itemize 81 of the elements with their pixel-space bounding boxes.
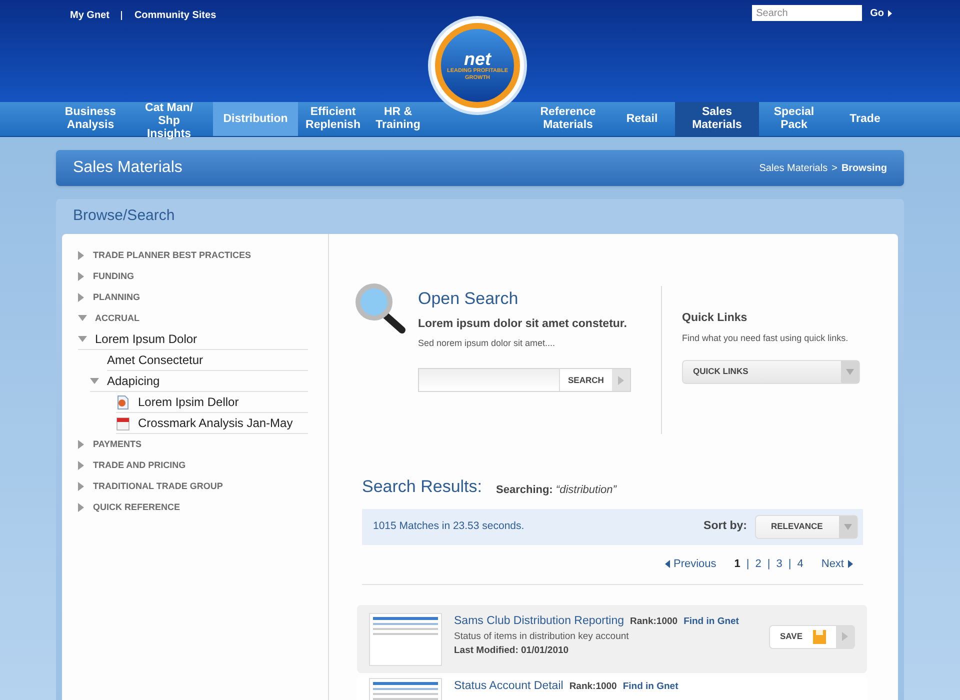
tree-section[interactable]: TRADE AND PRICING — [93, 458, 186, 472]
nav-tab[interactable]: HR & Training — [368, 102, 428, 136]
sort-label: Sort by: — [704, 518, 747, 534]
panel-title: Browse/Search — [73, 206, 175, 226]
expand-arrow-icon[interactable] — [78, 503, 85, 512]
page-link[interactable]: 1 — [734, 556, 740, 572]
expand-arrow-icon[interactable] — [78, 272, 85, 281]
find-in-gnet-link[interactable]: Find in Gnet — [684, 614, 739, 629]
quick-links-title: Quick Links — [682, 311, 748, 326]
logo-mark: net — [464, 50, 491, 68]
result-description: Status of items in distribution key account — [454, 630, 630, 644]
dropdown-arrow-icon — [846, 368, 854, 375]
result-modified: Last Modified: 01/01/2010 — [454, 644, 570, 658]
tree-section[interactable]: PLANNING — [93, 290, 140, 304]
expand-arrow-icon[interactable] — [78, 461, 85, 470]
tree-section[interactable]: TRADITIONAL TRADE GROUP — [93, 480, 223, 494]
tree-folder[interactable]: Lorem Ipsum Dolor — [95, 330, 198, 348]
sort-dropdown[interactable]: RELEVANCE — [755, 514, 858, 538]
document-icon — [116, 394, 130, 410]
tree-section[interactable]: TRADE PLANNER BEST PRACTICES — [93, 248, 252, 262]
page-separator: | — [788, 556, 792, 572]
collapse-arrow-icon[interactable] — [90, 378, 99, 384]
tree-file[interactable]: Crossmark Analysis Jan-May — [138, 414, 293, 432]
previous-link[interactable]: Previous — [664, 556, 716, 572]
tree-section[interactable]: QUICK REFERENCE — [93, 500, 180, 514]
expand-arrow-icon[interactable] — [78, 251, 85, 260]
search-field[interactable]: Search — [752, 5, 862, 21]
top-link[interactable]: Community Sites — [134, 8, 216, 22]
dropdown-arrow-icon — [844, 524, 852, 530]
tree-section[interactable]: FUNDING — [93, 270, 134, 284]
next-link[interactable]: Next — [821, 556, 853, 572]
breadcrumb-item[interactable]: Sales Materials — [759, 160, 828, 176]
tree-section[interactable]: PAYMENTS — [93, 438, 142, 452]
nav-tab[interactable]: Sales Materials — [675, 102, 759, 136]
result-title-link[interactable]: Status Account Detail — [454, 678, 564, 695]
result-rank: Rank:1000 — [630, 614, 678, 628]
page-separator: | — [767, 556, 770, 572]
nav-tab[interactable]: Efficient Replenish — [298, 102, 368, 136]
open-search-title: Open Search — [418, 288, 520, 310]
right-arrow-icon — [848, 560, 853, 568]
result-rank: Rank:1000 — [569, 680, 617, 694]
tree-file[interactable]: Lorem Ipsim Dellor — [138, 393, 239, 411]
quick-links-description: Find what you need fast using quick links. — [682, 332, 850, 346]
result-title-link[interactable]: Sams Club Distribution Reporting — [454, 612, 624, 630]
collapse-arrow-icon[interactable] — [78, 336, 87, 342]
find-in-gnet-link[interactable]: Find in Gnet — [622, 680, 678, 694]
collapse-arrow-icon[interactable] — [78, 315, 87, 322]
page-separator: | — [746, 556, 750, 572]
save-button[interactable]: SAVE — [769, 624, 855, 648]
tree-item[interactable]: Amet Consectetur — [107, 351, 204, 369]
calendar-icon — [116, 416, 130, 430]
expand-arrow-icon[interactable] — [78, 482, 85, 491]
open-search-subtitle: Sed norem ipsum dolor sit amet.... — [418, 336, 556, 350]
open-search-lead: Lorem ipsum dolor sit amet constetur. — [418, 316, 628, 332]
page-link[interactable]: 2 — [755, 556, 762, 572]
nav-tab[interactable]: Business Analysis — [56, 102, 125, 136]
expand-arrow-icon[interactable] — [78, 440, 85, 449]
results-summary: 1015 Matches in 23.53 seconds. — [373, 518, 524, 534]
open-search-field[interactable]: SEARCH — [418, 368, 631, 392]
results-title: Search Results: — [362, 476, 482, 498]
go-button[interactable]: Go — [870, 5, 892, 21]
tree-folder[interactable]: Adapicing — [107, 372, 160, 390]
nav-tab[interactable]: Trade — [829, 102, 901, 136]
top-link[interactable]: My Gnet — [70, 8, 110, 22]
nav-tab[interactable]: Reference Materials — [527, 102, 609, 136]
breadcrumb-separator: > — [832, 162, 838, 176]
play-arrow-icon — [618, 376, 624, 385]
page-link[interactable]: 4 — [797, 556, 804, 572]
tree-section[interactable]: ACCRUAL — [95, 312, 140, 326]
search-button[interactable]: SEARCH — [559, 369, 630, 392]
page-title: Sales Materials — [73, 158, 182, 178]
nav-tab[interactable]: Retail — [609, 102, 675, 136]
right-arrow-icon — [888, 10, 892, 16]
expand-arrow-icon[interactable] — [78, 293, 85, 302]
page-link[interactable]: 3 — [776, 556, 782, 572]
left-arrow-icon — [664, 560, 670, 568]
searching-label: Searching: “distribution” — [496, 483, 616, 498]
breadcrumb-item: Browsing — [841, 162, 887, 176]
play-arrow-icon — [842, 632, 848, 641]
nav-tab[interactable]: Special Pack — [759, 102, 829, 136]
quick-links-dropdown[interactable]: QUICK LINKS — [682, 360, 860, 384]
